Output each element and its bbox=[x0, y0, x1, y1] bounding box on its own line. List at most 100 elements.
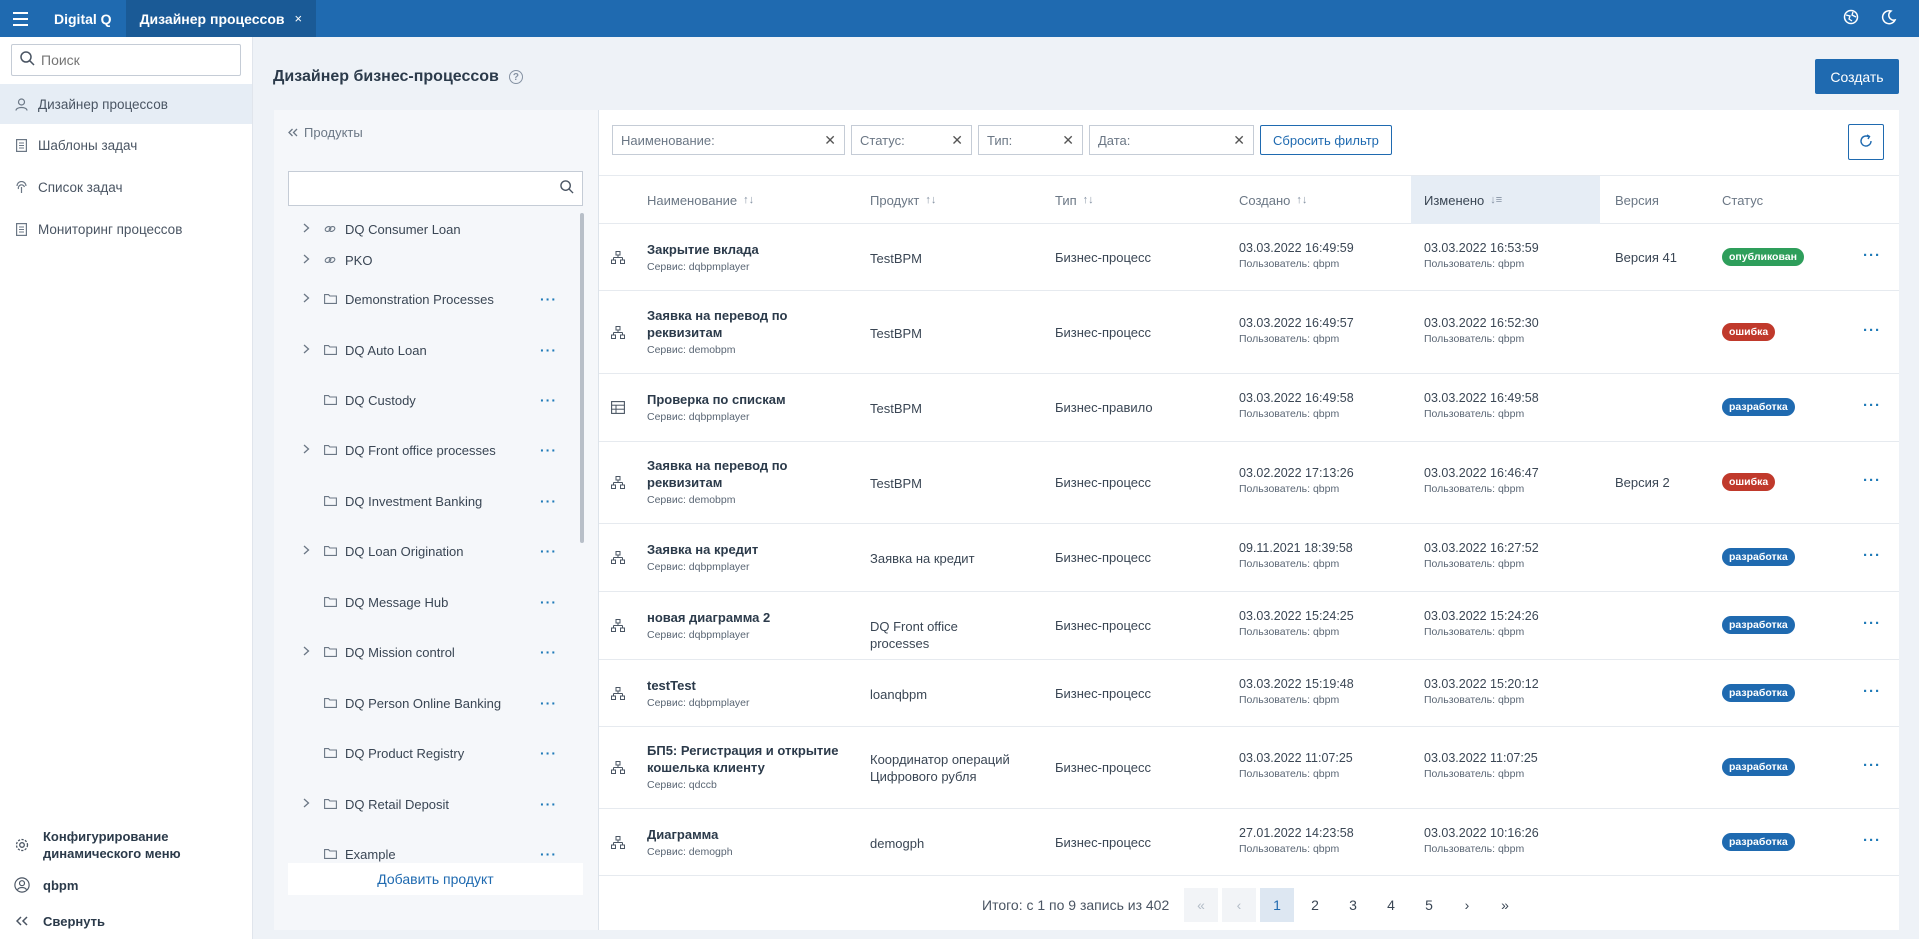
more-icon[interactable]: ··· bbox=[540, 291, 557, 307]
process-name[interactable]: Заявка на перевод по реквизитам bbox=[647, 307, 847, 341]
tree-item[interactable]: DQ Investment Banking ··· bbox=[274, 489, 574, 513]
create-button[interactable]: Создать bbox=[1815, 59, 1899, 94]
more-icon[interactable]: ··· bbox=[540, 846, 557, 862]
tree-scrollbar[interactable] bbox=[580, 213, 584, 543]
more-icon[interactable]: ··· bbox=[540, 644, 557, 660]
sort-icon[interactable]: ↑↓ bbox=[925, 194, 936, 206]
more-icon[interactable]: ··· bbox=[540, 392, 557, 408]
process-name[interactable]: Закрытие вклада bbox=[647, 241, 847, 258]
sidebar-item-process-designer[interactable]: Дизайнер процессов bbox=[0, 84, 252, 124]
sidebar-search[interactable] bbox=[11, 44, 241, 76]
more-icon[interactable]: ··· bbox=[1863, 832, 1881, 849]
filter-type[interactable]: Тип: ✕ bbox=[978, 125, 1083, 155]
more-icon[interactable]: ··· bbox=[540, 594, 557, 610]
sort-icon[interactable]: ↑↓ bbox=[1296, 194, 1307, 206]
next-page-button[interactable]: › bbox=[1450, 888, 1484, 922]
tree-item[interactable]: DQ Front office processes ··· bbox=[274, 438, 574, 462]
close-icon[interactable]: × bbox=[295, 11, 303, 26]
sidebar-item-process-monitoring[interactable]: Мониторинг процессов bbox=[0, 209, 252, 249]
clear-icon[interactable]: ✕ bbox=[1062, 132, 1074, 149]
chevron-right-icon[interactable] bbox=[303, 444, 310, 457]
last-page-button[interactable]: » bbox=[1488, 888, 1522, 922]
globe-icon[interactable] bbox=[1843, 9, 1859, 28]
tab-digital-q[interactable]: Digital Q bbox=[40, 0, 126, 37]
refresh-button[interactable] bbox=[1848, 124, 1884, 160]
products-search-input[interactable] bbox=[288, 171, 583, 206]
tree-item[interactable]: PKO bbox=[274, 248, 574, 272]
chevron-right-icon[interactable] bbox=[303, 293, 310, 306]
tree-item[interactable]: DQ Mission control ··· bbox=[274, 640, 574, 664]
page-1-button[interactable]: 1 bbox=[1260, 888, 1294, 922]
page-5-button[interactable]: 5 bbox=[1412, 888, 1446, 922]
more-icon[interactable]: ··· bbox=[540, 342, 557, 358]
more-icon[interactable]: ··· bbox=[1863, 472, 1881, 489]
sidebar-item-task-templates[interactable]: Шаблоны задач bbox=[0, 125, 252, 165]
column-product[interactable]: Продукт ↑↓ bbox=[870, 176, 936, 224]
chevron-right-icon[interactable] bbox=[303, 545, 310, 558]
page-2-button[interactable]: 2 bbox=[1298, 888, 1332, 922]
table-row[interactable]: Заявка на перевод по реквизитам Сервис: d… bbox=[599, 291, 1899, 374]
search-input[interactable] bbox=[41, 52, 221, 68]
chevron-right-icon[interactable] bbox=[303, 344, 310, 357]
filter-status[interactable]: Статус: ✕ bbox=[851, 125, 972, 155]
clear-icon[interactable]: ✕ bbox=[1233, 132, 1245, 149]
more-icon[interactable]: ··· bbox=[540, 745, 557, 761]
chevron-right-icon[interactable] bbox=[303, 646, 310, 659]
collapse-button[interactable]: Свернуть bbox=[0, 910, 252, 932]
column-created[interactable]: Создано ↑↓ bbox=[1239, 176, 1307, 224]
chevron-right-icon[interactable] bbox=[303, 223, 310, 236]
table-row[interactable]: Заявка на кредит Сервис: dqbpmplayer Заявк… bbox=[599, 524, 1899, 592]
process-name[interactable]: Заявка на перевод по реквизитам bbox=[647, 457, 847, 491]
table-row[interactable]: Заявка на перевод по реквизитам Сервис: d… bbox=[599, 442, 1899, 524]
chevron-right-icon[interactable] bbox=[303, 254, 310, 267]
moon-icon[interactable] bbox=[1881, 9, 1897, 28]
more-icon[interactable]: ··· bbox=[1863, 322, 1881, 339]
column-name[interactable]: Наименование ↑↓ bbox=[647, 176, 754, 224]
tree-item[interactable]: DQ Product Registry ··· bbox=[274, 741, 574, 765]
table-row[interactable]: Проверка по спискам Сервис: dqbpmplayer Te… bbox=[599, 374, 1899, 442]
chevron-right-icon[interactable] bbox=[303, 798, 310, 811]
process-name[interactable]: Заявка на кредит bbox=[647, 541, 847, 558]
tree-item[interactable]: DQ Loan Origination ··· bbox=[274, 539, 574, 563]
more-icon[interactable]: ··· bbox=[1863, 247, 1881, 264]
add-product-button[interactable]: Добавить продукт bbox=[288, 863, 583, 895]
filter-date[interactable]: Дата: ✕ bbox=[1089, 125, 1254, 155]
prev-page-button[interactable]: ‹ bbox=[1222, 888, 1256, 922]
tab-process-designer[interactable]: Дизайнер процессов × bbox=[125, 0, 317, 37]
tree-item[interactable]: DQ Retail Deposit ··· bbox=[274, 792, 574, 816]
process-name[interactable]: Проверка по спискам bbox=[647, 391, 847, 408]
table-row[interactable]: testTest Сервис: dqbpmplayer loanqbpm Бизне… bbox=[599, 660, 1899, 727]
more-icon[interactable]: ··· bbox=[1863, 683, 1881, 700]
clear-icon[interactable]: ✕ bbox=[951, 132, 963, 149]
more-icon[interactable]: ··· bbox=[1863, 397, 1881, 414]
more-icon[interactable]: ··· bbox=[1863, 757, 1881, 774]
page-3-button[interactable]: 3 bbox=[1336, 888, 1370, 922]
process-name[interactable]: Диаграмма bbox=[647, 826, 847, 843]
more-icon[interactable]: ··· bbox=[1863, 547, 1881, 564]
more-icon[interactable]: ··· bbox=[540, 543, 557, 559]
more-icon[interactable]: ··· bbox=[1863, 615, 1881, 632]
user-profile[interactable]: qbpm bbox=[0, 873, 252, 897]
more-icon[interactable]: ··· bbox=[540, 493, 557, 509]
clear-icon[interactable]: ✕ bbox=[824, 132, 836, 149]
help-icon[interactable]: ? bbox=[508, 70, 523, 84]
table-row[interactable]: БП5: Регистрация и открытие кошелька кли… bbox=[599, 727, 1899, 809]
table-row[interactable]: Диаграмма Сервис: demogph demogph Бизнес-пр… bbox=[599, 809, 1899, 876]
process-name[interactable]: testTest bbox=[647, 677, 847, 694]
column-modified[interactable]: Изменено ↓≡ bbox=[1411, 176, 1600, 224]
page-4-button[interactable]: 4 bbox=[1374, 888, 1408, 922]
process-name[interactable]: новая диаграмма 2 bbox=[647, 609, 847, 626]
table-row[interactable]: Закрытие вклада Сервис: dqbpmplayer TestBP… bbox=[599, 224, 1899, 291]
filter-name[interactable]: Наименование: ✕ bbox=[612, 125, 845, 155]
sort-icon[interactable]: ↑↓ bbox=[743, 194, 754, 206]
column-status[interactable]: Статус bbox=[1722, 176, 1763, 224]
config-menu-link[interactable]: Конфигурирование динамического меню bbox=[0, 826, 252, 864]
sort-desc-icon[interactable]: ↓≡ bbox=[1490, 194, 1502, 206]
more-icon[interactable]: ··· bbox=[540, 796, 557, 812]
tree-item[interactable]: DQ Person Online Banking ··· bbox=[274, 691, 574, 715]
tree-item[interactable]: DQ Auto Loan ··· bbox=[274, 338, 574, 362]
sort-icon[interactable]: ↑↓ bbox=[1083, 194, 1094, 206]
tree-item[interactable]: DQ Consumer Loan bbox=[274, 217, 574, 241]
tree-item[interactable]: Demonstration Processes ··· bbox=[274, 287, 574, 311]
more-icon[interactable]: ··· bbox=[540, 442, 557, 458]
